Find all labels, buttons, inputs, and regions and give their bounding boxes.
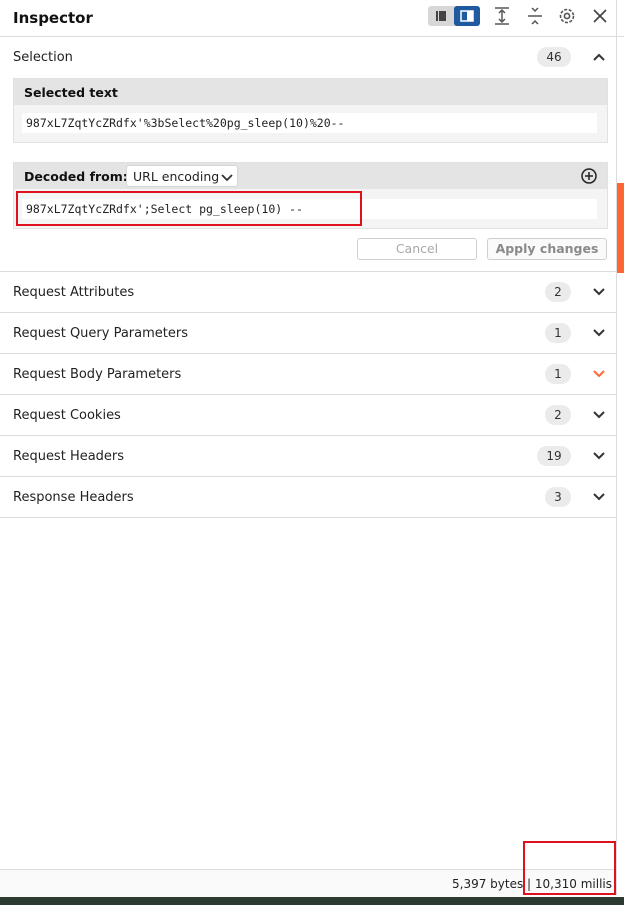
count-badge: 3 — [545, 487, 571, 507]
chevron-down-icon[interactable] — [591, 448, 607, 464]
count-badge: 19 — [537, 446, 571, 466]
scroll-accent-bar[interactable] — [617, 183, 624, 273]
encoding-label: URL encoding — [133, 169, 220, 184]
close-icon[interactable] — [589, 5, 611, 27]
section-request-cookies[interactable]: Request Cookies 2 — [0, 394, 616, 435]
section-response-headers[interactable]: Response Headers 3 — [0, 476, 616, 518]
selected-text-header: Selected text — [14, 79, 607, 105]
selection-count-badge: 46 — [537, 47, 571, 67]
selection-section-header[interactable]: Selection 46 — [0, 37, 616, 77]
layout-toggle[interactable] — [428, 6, 480, 26]
add-decoding-icon[interactable] — [580, 167, 598, 189]
section-label: Request Attributes — [13, 285, 135, 300]
gear-icon[interactable] — [556, 5, 578, 27]
section-label: Request Body Parameters — [13, 367, 182, 382]
section-label: Request Headers — [13, 449, 125, 464]
section-label: Request Query Parameters — [13, 326, 188, 341]
section-request-headers[interactable]: Request Headers 19 — [0, 435, 616, 476]
count-badge: 1 — [545, 364, 571, 384]
decoded-highlight-box — [16, 191, 362, 226]
layout-list-icon[interactable] — [428, 6, 454, 26]
encoding-dropdown[interactable]: URL encoding — [126, 165, 238, 187]
apply-changes-button[interactable]: Apply changes — [487, 238, 607, 260]
selected-text-title: Selected text — [24, 85, 118, 100]
expand-all-icon[interactable] — [491, 5, 513, 27]
collapse-all-icon[interactable] — [524, 5, 546, 27]
decoded-header: Decoded from: URL encoding — [14, 163, 607, 189]
chevron-down-icon[interactable] — [591, 284, 607, 300]
status-highlight-box — [523, 841, 616, 895]
chevron-down-icon[interactable] — [591, 366, 607, 382]
selection-label: Selection — [13, 50, 73, 65]
inspector-header: Inspector — [0, 0, 624, 37]
layout-split-icon[interactable] — [454, 6, 480, 26]
selected-text-value[interactable]: 987xL7ZqtYcZRdfx'%3bSelect%20pg_sleep(10… — [22, 113, 597, 133]
section-request-attributes[interactable]: Request Attributes 2 — [0, 271, 616, 312]
section-request-query-parameters[interactable]: Request Query Parameters 1 — [0, 312, 616, 353]
count-badge: 1 — [545, 323, 571, 343]
decoded-title: Decoded from: — [24, 169, 128, 184]
count-badge: 2 — [545, 405, 571, 425]
chevron-down-icon[interactable] — [591, 325, 607, 341]
count-badge: 2 — [545, 282, 571, 302]
panel-title: Inspector — [13, 9, 93, 27]
selected-text-panel: Selected text 987xL7ZqtYcZRdfx'%3bSelect… — [13, 78, 608, 143]
section-request-body-parameters[interactable]: Request Body Parameters 1 — [0, 353, 616, 394]
chevron-down-icon — [220, 169, 234, 188]
section-label: Response Headers — [13, 490, 134, 505]
panel-right-border — [616, 0, 617, 895]
inspector-panel: Inspector Selection 46 Selected text 987… — [0, 0, 624, 905]
chevron-down-icon[interactable] — [591, 407, 607, 423]
chevron-up-icon[interactable] — [591, 49, 607, 65]
chevron-down-icon[interactable] — [591, 489, 607, 505]
cancel-button[interactable]: Cancel — [357, 238, 477, 260]
section-label: Request Cookies — [13, 408, 121, 423]
taskbar-strip — [0, 897, 624, 905]
